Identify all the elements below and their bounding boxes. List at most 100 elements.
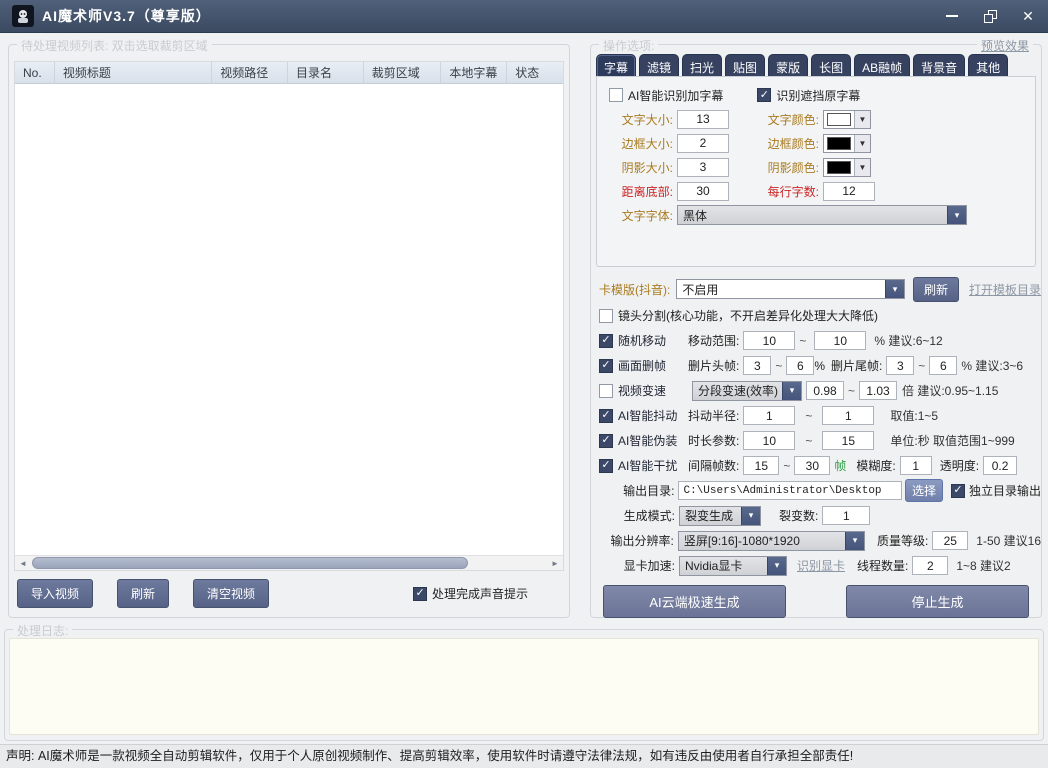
ai-shake-checkbox[interactable]: ✓ xyxy=(599,408,613,423)
shadow-color-dropdown[interactable]: ▼ xyxy=(823,157,871,177)
generate-mode-value: 裂变生成 xyxy=(685,509,734,523)
restore-button[interactable] xyxy=(982,8,998,24)
border-color-arrow-icon[interactable]: ▼ xyxy=(854,134,870,152)
generate-mode-dropdown[interactable]: 裂变生成 ▾ xyxy=(679,505,761,526)
template-label: 卡模版(抖音): xyxy=(599,282,671,297)
border-size-label: 边框大小: xyxy=(621,136,673,151)
template-refresh-button[interactable]: 刷新 xyxy=(912,276,959,302)
speed-mode-value: 分段变速(效率) xyxy=(698,384,778,398)
thread-count-input[interactable] xyxy=(912,556,949,575)
speed-max-input[interactable] xyxy=(859,381,898,400)
random-move-label: 随机移动 xyxy=(618,334,667,348)
quality-input[interactable] xyxy=(932,531,969,550)
col-dir[interactable]: 目录名 xyxy=(288,62,364,83)
font-family-dropdown[interactable]: 黑体 ▾ xyxy=(677,205,967,225)
col-status[interactable]: 状态 xyxy=(507,62,563,83)
shadow-color-arrow-icon[interactable]: ▼ xyxy=(854,158,870,176)
generate-mode-label: 生成模式: xyxy=(623,509,675,523)
font-color-arrow-icon[interactable]: ▼ xyxy=(854,110,870,128)
speed-change-checkbox[interactable] xyxy=(599,383,613,398)
ai-add-subtitle-checkbox[interactable] xyxy=(609,88,623,102)
chars-per-line-input[interactable] xyxy=(823,181,875,201)
independent-dir-checkbox[interactable]: ✓ xyxy=(950,483,965,498)
clear-video-button[interactable]: 清空视频 xyxy=(193,579,270,608)
scrollbar-thumb[interactable] xyxy=(32,557,468,569)
blur-input[interactable] xyxy=(899,456,932,475)
lens-split-checkbox[interactable] xyxy=(599,308,613,323)
interval-frames-label: 间隔帧数: xyxy=(688,459,740,473)
detect-gpu-link[interactable]: 识别显卡 xyxy=(797,557,845,574)
tilde-separator: ~ xyxy=(805,433,813,448)
col-path[interactable]: 视频路径 xyxy=(212,62,288,83)
title-bar: AI魔术师V3.7（尊享版） ✕ xyxy=(0,0,1048,33)
refresh-list-button[interactable]: 刷新 xyxy=(117,579,170,608)
minimize-button[interactable] xyxy=(944,8,960,24)
preview-effect-link[interactable]: 预览效果 xyxy=(976,37,1033,54)
interfere-min-input[interactable] xyxy=(743,456,780,475)
bottom-distance-input[interactable] xyxy=(677,181,729,201)
shake-max-input[interactable] xyxy=(822,406,875,425)
speed-min-input[interactable] xyxy=(806,381,844,400)
fission-count-label: 裂变数: xyxy=(779,509,819,523)
fission-count-input[interactable] xyxy=(822,506,871,525)
cloud-generate-button[interactable]: AI云端极速生成 xyxy=(603,585,786,618)
font-color-swatch xyxy=(827,112,851,126)
font-family-label: 文字字体: xyxy=(621,208,673,223)
output-dir-input[interactable] xyxy=(678,481,902,500)
ai-disguise-label: AI智能伪装 xyxy=(618,434,678,448)
disguise-max-input[interactable] xyxy=(822,431,875,450)
video-table-body[interactable] xyxy=(15,84,563,555)
scroll-right-icon[interactable]: ► xyxy=(547,556,563,570)
scroll-left-icon[interactable]: ◄ xyxy=(15,556,31,570)
mask-original-subtitle-checkbox[interactable]: ✓ xyxy=(757,88,772,102)
bottom-distance-label: 距离底部: xyxy=(621,184,673,199)
border-color-swatch xyxy=(827,136,851,150)
opacity-input[interactable] xyxy=(983,456,1018,475)
status-bar: 声明: AI魔术师是一款视频全自动剪辑软件，仅用于个人原创视频制作、提高剪辑效率… xyxy=(0,744,1048,768)
stop-generate-button[interactable]: 停止生成 xyxy=(846,585,1029,618)
shake-hint: 取值:1~5 xyxy=(890,409,939,423)
random-move-checkbox[interactable]: ✓ xyxy=(599,333,613,348)
frame-delete-checkbox[interactable]: ✓ xyxy=(599,358,613,373)
video-list-group: 待处理视频列表: 双击选取裁剪区域 No. 视频标题 视频路径 目录名 裁剪区域… xyxy=(8,37,570,618)
col-subtitle[interactable]: 本地字幕 xyxy=(441,62,508,83)
ai-interfere-checkbox[interactable]: ✓ xyxy=(599,458,613,473)
tilde-separator: ~ xyxy=(805,408,813,423)
ai-add-subtitle-label: AI智能识别加字幕 xyxy=(628,88,724,103)
speed-mode-dropdown[interactable]: 分段变速(效率) ▾ xyxy=(692,380,802,401)
template-value: 不启用 xyxy=(682,282,719,297)
gpu-dropdown[interactable]: Nvidia显卡 ▾ xyxy=(679,555,787,576)
log-output-area[interactable] xyxy=(9,638,1039,735)
tilde-separator: ~ xyxy=(918,358,926,373)
border-size-input[interactable] xyxy=(677,133,729,153)
shadow-size-label: 阴影大小: xyxy=(621,160,673,175)
move-min-input[interactable] xyxy=(743,331,796,350)
generate-mode-arrow-icon: ▾ xyxy=(741,506,760,525)
col-crop[interactable]: 裁剪区域 xyxy=(364,62,442,83)
shake-min-input[interactable] xyxy=(743,406,796,425)
close-button[interactable]: ✕ xyxy=(1020,8,1036,24)
restore-icon xyxy=(983,9,997,23)
move-max-input[interactable] xyxy=(814,331,867,350)
horizontal-scrollbar[interactable]: ◄ ► xyxy=(15,555,563,570)
shadow-size-input[interactable] xyxy=(677,157,729,177)
interfere-max-input[interactable] xyxy=(794,456,831,475)
font-size-input[interactable] xyxy=(677,109,729,129)
resolution-dropdown[interactable]: 竖屏[9:16]-1080*1920 ▾ xyxy=(677,530,865,551)
font-color-dropdown[interactable]: ▼ xyxy=(823,109,871,129)
delete-head-unit: % xyxy=(814,358,826,373)
open-template-dir-link[interactable]: 打开模板目录 xyxy=(969,281,1041,298)
import-video-button[interactable]: 导入视频 xyxy=(17,579,94,608)
sound-alert-checkbox[interactable]: ✓ xyxy=(413,586,428,601)
delete-head-min-input[interactable] xyxy=(743,356,772,375)
disguise-min-input[interactable] xyxy=(743,431,796,450)
ai-disguise-checkbox[interactable]: ✓ xyxy=(599,433,613,448)
col-no[interactable]: No. xyxy=(15,62,55,83)
template-dropdown[interactable]: 不启用 ▾ xyxy=(676,279,905,299)
delete-head-max-input[interactable] xyxy=(786,356,815,375)
delete-tail-min-input[interactable] xyxy=(886,356,915,375)
col-title[interactable]: 视频标题 xyxy=(55,62,213,83)
delete-tail-max-input[interactable] xyxy=(929,356,958,375)
border-color-dropdown[interactable]: ▼ xyxy=(823,133,871,153)
choose-dir-button[interactable]: 选择 xyxy=(904,479,943,502)
